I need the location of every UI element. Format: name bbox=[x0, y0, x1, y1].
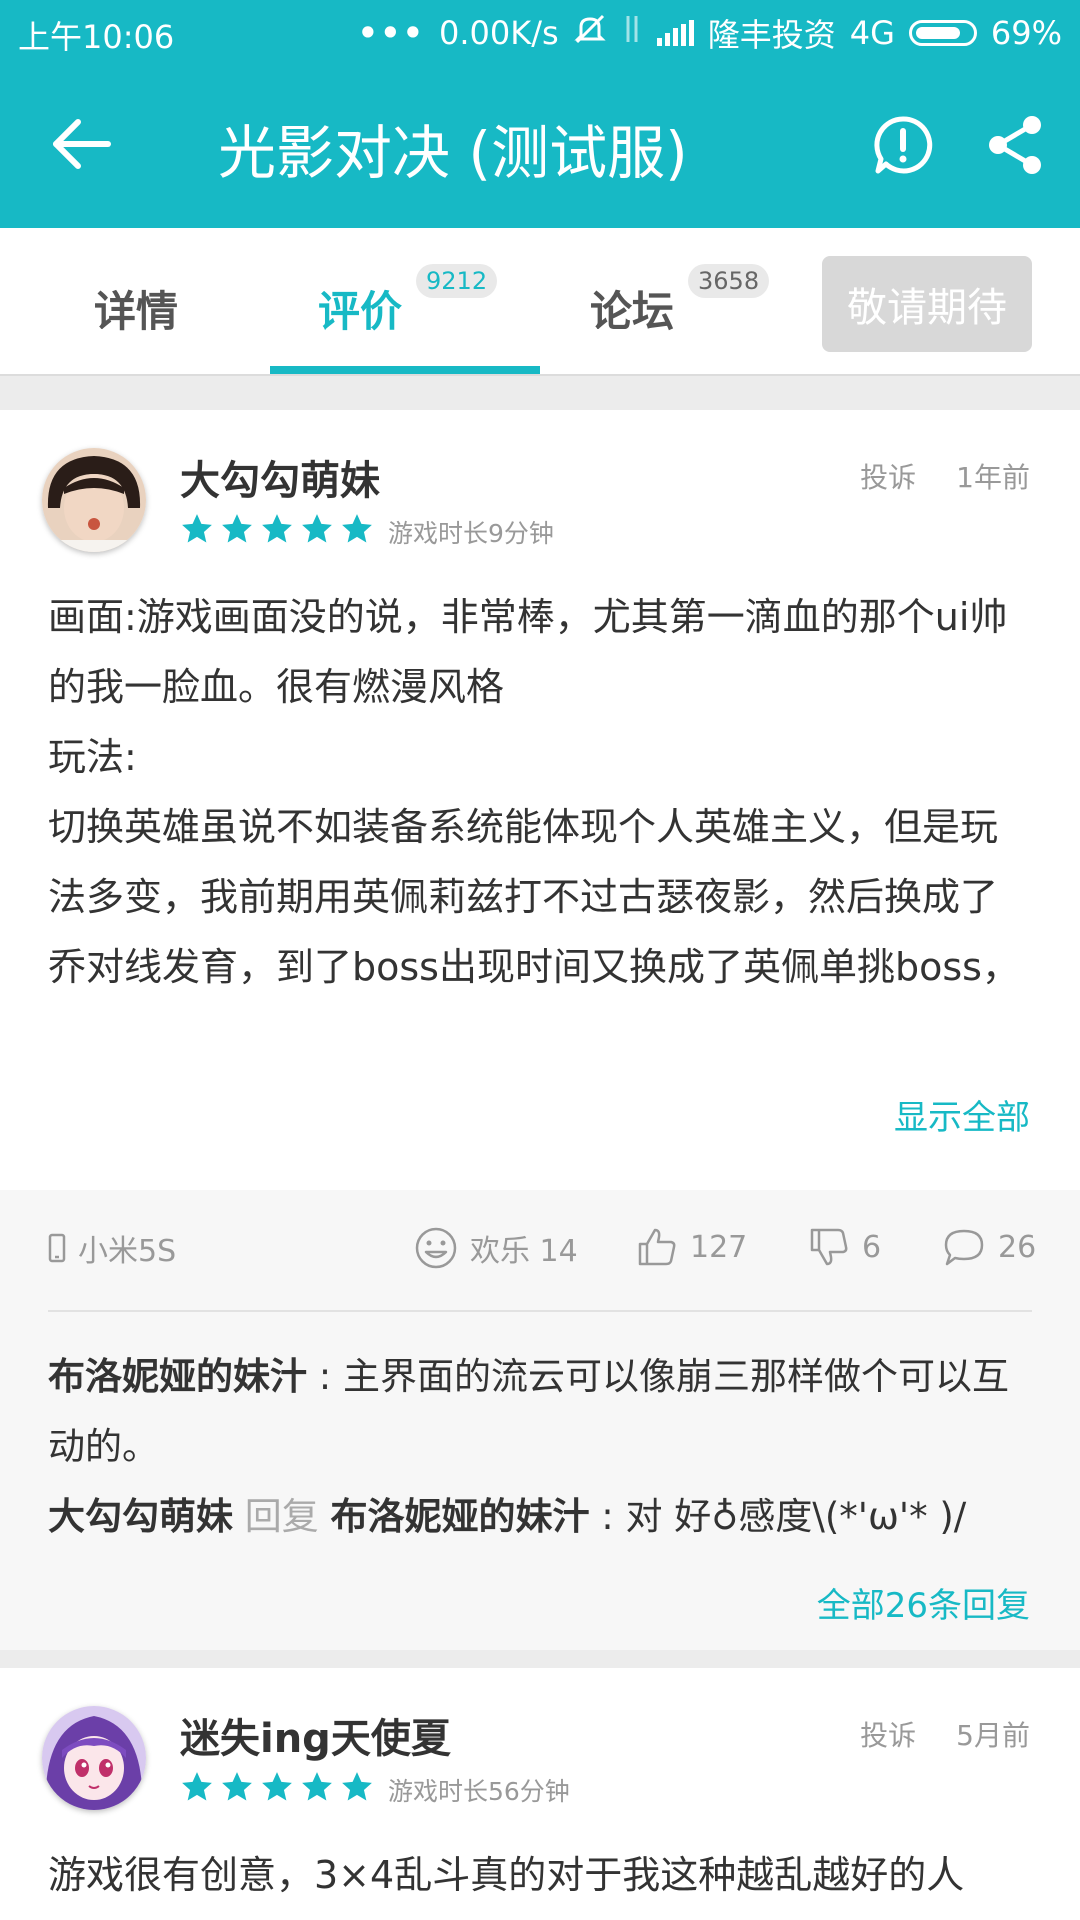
review-count-badge: 9212 bbox=[416, 264, 498, 298]
report-link[interactable]: 投诉 bbox=[860, 1714, 916, 1754]
all-replies-link[interactable]: 全部26条回复 bbox=[817, 1578, 1030, 1627]
star-icon bbox=[262, 1772, 292, 1801]
battery-icon bbox=[908, 20, 977, 46]
report-link[interactable]: 投诉 bbox=[860, 456, 916, 496]
data-transfer-icon bbox=[621, 14, 643, 52]
status-time: 上午10:06 bbox=[18, 18, 175, 56]
tab-bar: 详情 评价 9212 论坛 3658 敬请期待 bbox=[0, 228, 1080, 376]
review-meta: 投诉 5月前 bbox=[860, 1714, 1030, 1754]
reply-author[interactable]: 布洛妮娅的妹汁 bbox=[48, 1355, 307, 1398]
avatar[interactable] bbox=[42, 448, 146, 552]
review-card: 迷失ing天使夏 游戏时长56分钟 投诉 5月前 游戏很有创意，3×4乱斗真的对… bbox=[0, 1668, 1080, 1920]
reply-area: 小米5S 欢乐 14 127 6 26 布洛妮娅的妹汁: 主界面的流云可以像崩… bbox=[0, 1190, 1080, 1650]
coming-soon-button[interactable]: 敬请期待 bbox=[822, 256, 1032, 352]
review-content[interactable]: 画面:游戏画面没的说，非常棒，尤其第一滴血的那个ui帅的我一脸血。很有燃漫风格 … bbox=[48, 582, 1032, 1002]
status-speed: 0.00K/s bbox=[439, 14, 559, 52]
divider bbox=[48, 1310, 1032, 1312]
arrow-left-icon bbox=[53, 119, 111, 169]
report-button[interactable] bbox=[872, 114, 934, 176]
page-title: 光影对决 (测试服) bbox=[218, 119, 688, 187]
playtime-label: 游戏时长56分钟 bbox=[388, 1777, 570, 1806]
share-button[interactable] bbox=[984, 114, 1046, 176]
reply-text: : 对 好♁感度\(*'ω'* )/ bbox=[589, 1495, 967, 1538]
like-button[interactable]: 127 bbox=[636, 1226, 747, 1268]
star-icon bbox=[222, 514, 252, 543]
status-battery: 69% bbox=[990, 14, 1062, 52]
reply-item[interactable]: 布洛妮娅的妹汁 : 主界面的流云可以像崩三那样做个可以互动的。 bbox=[48, 1342, 1032, 1482]
reply-author[interactable]: 大勾勾萌妹 bbox=[48, 1495, 233, 1538]
star-rating bbox=[180, 512, 374, 546]
playtime-label: 游戏时长9分钟 bbox=[388, 519, 554, 548]
star-icon bbox=[302, 514, 332, 543]
thumbs-down-icon bbox=[810, 1228, 848, 1266]
star-rating bbox=[180, 1770, 374, 1804]
tab-label: 论坛 bbox=[590, 287, 675, 336]
device-name: 小米5S bbox=[78, 1234, 177, 1269]
active-tab-indicator bbox=[270, 366, 540, 374]
alert-circle-icon bbox=[874, 116, 933, 174]
star-icon bbox=[262, 514, 292, 543]
star-icon bbox=[302, 1772, 332, 1801]
smile-icon bbox=[415, 1227, 457, 1269]
share-icon bbox=[989, 116, 1041, 174]
review-time: 1年前 bbox=[956, 461, 1030, 494]
review-time: 5月前 bbox=[956, 1719, 1030, 1752]
star-icon bbox=[182, 1772, 212, 1801]
signal-icon bbox=[656, 20, 694, 46]
thumbs-up-icon bbox=[638, 1228, 676, 1266]
tab-label: 详情 bbox=[94, 287, 179, 336]
happy-count: 欢乐 14 bbox=[470, 1234, 578, 1269]
back-button[interactable] bbox=[42, 114, 122, 174]
review-paragraph: 画面:游戏画面没的说，非常棒，尤其第一滴血的那个ui帅的我一脸血。很有燃漫风格 bbox=[48, 595, 1008, 709]
tab-forum[interactable]: 论坛 3658 bbox=[590, 264, 770, 339]
review-paragraph: 玩法: bbox=[48, 735, 137, 779]
device-stat: 小米5S bbox=[48, 1226, 176, 1270]
reply-item[interactable]: 大勾勾萌妹 回复 布洛妮娅的妹汁 : 对 好♁感度\(*'ω'* )/ bbox=[48, 1482, 1032, 1552]
phone-icon bbox=[48, 1233, 66, 1263]
review-paragraph: 游戏很有创意，3×4乱斗真的对于我这种越乱越好的人 bbox=[48, 1853, 965, 1897]
mute-icon bbox=[573, 14, 607, 52]
tab-reviews[interactable]: 评价 9212 bbox=[318, 264, 498, 339]
reply-target[interactable]: 布洛妮娅的妹汁 bbox=[331, 1495, 590, 1538]
status-network: 4G bbox=[849, 14, 895, 52]
status-bar: 上午10:06 ••• 0.00K/s 隆丰投资 4G 69% bbox=[0, 0, 1080, 62]
happy-button[interactable]: 欢乐 14 bbox=[414, 1226, 578, 1270]
star-icon bbox=[182, 514, 212, 543]
status-carrier: 隆丰投资 bbox=[707, 16, 836, 54]
comment-count: 26 bbox=[998, 1229, 1037, 1265]
star-icon bbox=[222, 1772, 252, 1801]
avatar[interactable] bbox=[42, 1706, 146, 1810]
comment-button[interactable]: 26 bbox=[942, 1226, 1036, 1268]
review-content[interactable]: 游戏很有创意，3×4乱斗真的对于我这种越乱越好的人 bbox=[48, 1840, 1032, 1920]
status-dots: ••• bbox=[357, 14, 426, 52]
reply-word: 回复 bbox=[244, 1495, 319, 1538]
tab-details[interactable]: 详情 bbox=[94, 278, 178, 339]
review-paragraph: 切换英雄虽说不如装备系统能体现个人英雄主义，但是玩法多变，我前期用英佩莉兹打不过… bbox=[48, 805, 1020, 989]
review-card: 大勾勾萌妹 游戏时长9分钟 投诉 1年前 画面:游戏画面没的说，非常棒，尤其第一… bbox=[0, 410, 1080, 1190]
review-username[interactable]: 迷失ing天使夏 bbox=[180, 1706, 451, 1764]
status-right: ••• 0.00K/s 隆丰投资 4G 69% bbox=[358, 10, 1062, 56]
review-username[interactable]: 大勾勾萌妹 bbox=[180, 448, 380, 506]
star-icon bbox=[342, 514, 372, 543]
review-meta: 投诉 1年前 bbox=[860, 456, 1030, 496]
comment-icon bbox=[944, 1229, 984, 1266]
review-stats: 小米5S 欢乐 14 127 6 26 bbox=[48, 1226, 1036, 1286]
dislike-button[interactable]: 6 bbox=[808, 1226, 881, 1268]
dislike-count: 6 bbox=[862, 1229, 882, 1265]
like-count: 127 bbox=[690, 1229, 748, 1265]
show-all-link[interactable]: 显示全部 bbox=[894, 1090, 1030, 1139]
star-icon bbox=[342, 1772, 372, 1801]
tab-label: 评价 bbox=[318, 287, 403, 336]
forum-count-badge: 3658 bbox=[688, 264, 770, 298]
app-bar: 光影对决 (测试服) bbox=[0, 62, 1080, 228]
